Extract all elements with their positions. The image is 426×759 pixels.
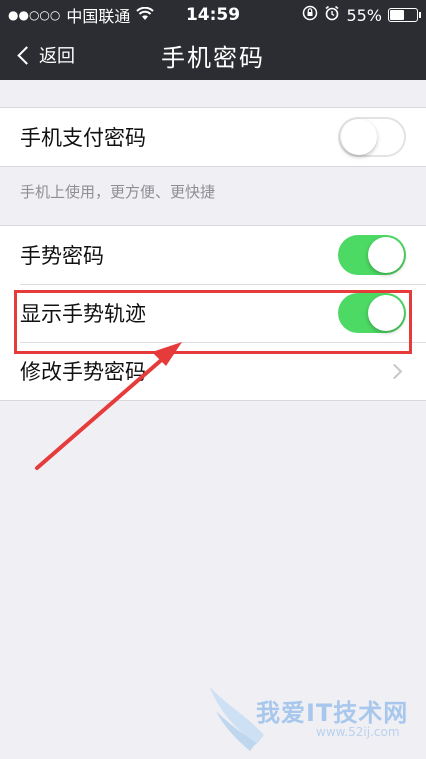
payment-hint: 手机上使用，更方便、更快捷 xyxy=(20,183,216,201)
change-gesture-password-row[interactable]: 修改手势密码 xyxy=(0,342,426,400)
show-gesture-trail-label: 显示手势轨迹 xyxy=(20,302,146,326)
payment-password-label: 手机支付密码 xyxy=(20,126,146,150)
back-button[interactable]: 返回 xyxy=(16,30,75,80)
show-gesture-trail-row: 显示手势轨迹 xyxy=(0,284,426,342)
back-label: 返回 xyxy=(39,46,75,67)
nav-bar: 返回 手机密码 xyxy=(0,30,426,80)
toggle-knob xyxy=(341,119,377,155)
carrier-label: 中国联通 xyxy=(66,7,131,26)
rotation-lock-icon xyxy=(302,5,318,25)
payment-password-toggle[interactable] xyxy=(338,117,406,157)
status-bar: ●●○○○ 中国联通 14:59 55% xyxy=(0,0,426,30)
gesture-password-toggle[interactable] xyxy=(338,235,406,275)
change-gesture-password-label: 修改手势密码 xyxy=(20,360,146,384)
watermark-text: 我爱IT技术网 xyxy=(256,699,409,727)
wifi-icon xyxy=(136,6,155,25)
chevron-right-icon xyxy=(386,363,403,379)
watermark-url: www.52ij.com xyxy=(316,725,400,739)
status-right: 55% xyxy=(258,5,421,25)
payment-group: 手机支付密码 xyxy=(0,107,426,167)
gesture-password-label: 手势密码 xyxy=(20,244,104,268)
gesture-group: 手势密码 显示手势轨迹 修改手势密码 xyxy=(0,225,426,401)
status-time: 14:59 xyxy=(185,5,241,25)
watermark: 我爱IT技术网 www.52ij.com xyxy=(206,685,421,755)
payment-password-row: 手机支付密码 xyxy=(0,108,426,166)
gesture-password-row: 手势密码 xyxy=(0,226,426,284)
battery-icon xyxy=(388,8,421,22)
toggle-knob xyxy=(368,295,404,331)
battery-percent: 55% xyxy=(346,5,382,25)
show-gesture-trail-toggle[interactable] xyxy=(338,293,406,333)
battery-fill xyxy=(390,10,405,20)
chevron-left-icon xyxy=(17,45,36,65)
status-left: ●●○○○ 中国联通 xyxy=(8,3,168,27)
alarm-icon xyxy=(324,5,340,25)
signal-strength-icon: ●●○○○ xyxy=(8,8,61,22)
toggle-knob xyxy=(368,237,404,273)
